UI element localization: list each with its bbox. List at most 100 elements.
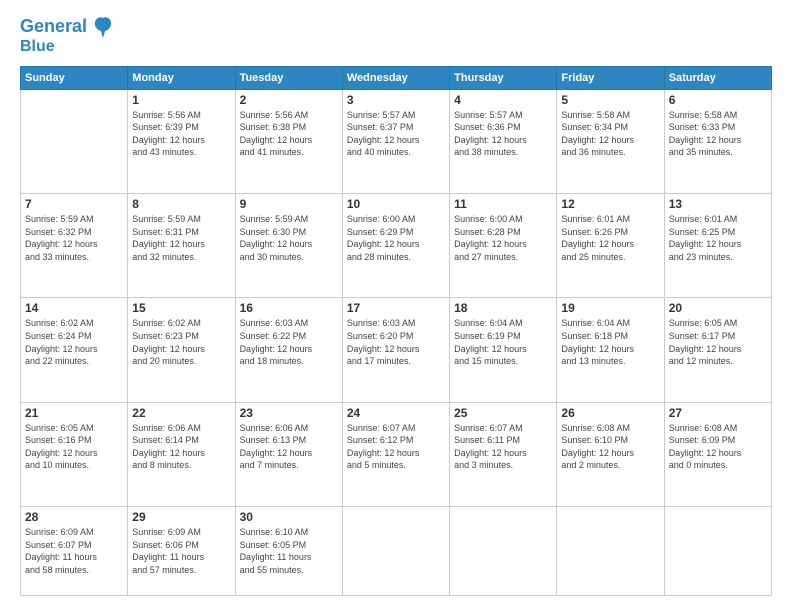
logo: General Blue	[20, 16, 112, 56]
day-info: Sunrise: 6:00 AM Sunset: 6:29 PM Dayligh…	[347, 213, 445, 263]
day-info: Sunrise: 5:58 AM Sunset: 6:34 PM Dayligh…	[561, 109, 659, 159]
day-info: Sunrise: 6:05 AM Sunset: 6:16 PM Dayligh…	[25, 422, 123, 472]
weekday-header-wednesday: Wednesday	[342, 66, 449, 89]
calendar-cell: 29 Sunrise: 6:09 AM Sunset: 6:06 PM Dayli…	[128, 507, 235, 596]
day-info: Sunrise: 5:57 AM Sunset: 6:36 PM Dayligh…	[454, 109, 552, 159]
day-number: 24	[347, 406, 445, 420]
day-number: 20	[669, 301, 767, 315]
calendar-cell: 28 Sunrise: 6:09 AM Sunset: 6:07 PM Dayli…	[21, 507, 128, 596]
day-number: 16	[240, 301, 338, 315]
weekday-header-tuesday: Tuesday	[235, 66, 342, 89]
day-number: 7	[25, 197, 123, 211]
calendar-cell: 9 Sunrise: 5:59 AM Sunset: 6:30 PM Daylig…	[235, 193, 342, 297]
day-number: 2	[240, 93, 338, 107]
weekday-header-monday: Monday	[128, 66, 235, 89]
calendar-cell: 4 Sunrise: 5:57 AM Sunset: 6:36 PM Daylig…	[450, 89, 557, 193]
day-number: 18	[454, 301, 552, 315]
day-number: 29	[132, 510, 230, 524]
calendar-cell: 24 Sunrise: 6:07 AM Sunset: 6:12 PM Dayli…	[342, 402, 449, 506]
calendar-cell: 23 Sunrise: 6:06 AM Sunset: 6:13 PM Dayli…	[235, 402, 342, 506]
day-info: Sunrise: 5:59 AM Sunset: 6:31 PM Dayligh…	[132, 213, 230, 263]
day-info: Sunrise: 6:02 AM Sunset: 6:24 PM Dayligh…	[25, 317, 123, 367]
calendar-cell: 8 Sunrise: 5:59 AM Sunset: 6:31 PM Daylig…	[128, 193, 235, 297]
day-number: 6	[669, 93, 767, 107]
day-info: Sunrise: 5:58 AM Sunset: 6:33 PM Dayligh…	[669, 109, 767, 159]
calendar-cell: 27 Sunrise: 6:08 AM Sunset: 6:09 PM Dayli…	[664, 402, 771, 506]
day-number: 4	[454, 93, 552, 107]
calendar-week-row: 21 Sunrise: 6:05 AM Sunset: 6:16 PM Dayli…	[21, 402, 772, 506]
calendar-cell	[450, 507, 557, 596]
logo-line2: Blue	[20, 38, 112, 56]
calendar-week-row: 28 Sunrise: 6:09 AM Sunset: 6:07 PM Dayli…	[21, 507, 772, 596]
calendar-week-row: 1 Sunrise: 5:56 AM Sunset: 6:39 PM Daylig…	[21, 89, 772, 193]
day-info: Sunrise: 6:06 AM Sunset: 6:14 PM Dayligh…	[132, 422, 230, 472]
day-number: 19	[561, 301, 659, 315]
calendar-cell: 26Sunrise: 6:08 AM Sunset: 6:10 PM Dayli…	[557, 402, 664, 506]
weekday-header-friday: Friday	[557, 66, 664, 89]
day-info: Sunrise: 5:57 AM Sunset: 6:37 PM Dayligh…	[347, 109, 445, 159]
day-info: Sunrise: 6:03 AM Sunset: 6:20 PM Dayligh…	[347, 317, 445, 367]
calendar-cell	[664, 507, 771, 596]
calendar-cell	[557, 507, 664, 596]
calendar-cell: 5 Sunrise: 5:58 AM Sunset: 6:34 PM Daylig…	[557, 89, 664, 193]
day-info: Sunrise: 5:59 AM Sunset: 6:30 PM Dayligh…	[240, 213, 338, 263]
day-number: 12	[561, 197, 659, 211]
calendar-cell: 1 Sunrise: 5:56 AM Sunset: 6:39 PM Daylig…	[128, 89, 235, 193]
logo-line1: General	[20, 16, 87, 36]
page-header: General Blue	[20, 16, 772, 56]
day-info: Sunrise: 6:08 AM Sunset: 6:10 PM Dayligh…	[561, 422, 659, 472]
logo-bird-icon	[94, 16, 112, 38]
day-number: 25	[454, 406, 552, 420]
day-number: 23	[240, 406, 338, 420]
calendar-cell: 15 Sunrise: 6:02 AM Sunset: 6:23 PM Dayli…	[128, 298, 235, 402]
day-number: 27	[669, 406, 767, 420]
day-info: Sunrise: 6:03 AM Sunset: 6:22 PM Dayligh…	[240, 317, 338, 367]
day-number: 30	[240, 510, 338, 524]
day-number: 9	[240, 197, 338, 211]
day-info: Sunrise: 6:07 AM Sunset: 6:12 PM Dayligh…	[347, 422, 445, 472]
day-number: 17	[347, 301, 445, 315]
calendar-cell: 6 Sunrise: 5:58 AM Sunset: 6:33 PM Daylig…	[664, 89, 771, 193]
day-info: Sunrise: 6:06 AM Sunset: 6:13 PM Dayligh…	[240, 422, 338, 472]
calendar-cell: 12 Sunrise: 6:01 AM Sunset: 6:26 PM Dayli…	[557, 193, 664, 297]
weekday-header-saturday: Saturday	[664, 66, 771, 89]
day-info: Sunrise: 6:04 AM Sunset: 6:19 PM Dayligh…	[454, 317, 552, 367]
calendar-cell: 20Sunrise: 6:05 AM Sunset: 6:17 PM Dayli…	[664, 298, 771, 402]
day-number: 15	[132, 301, 230, 315]
calendar-cell: 7 Sunrise: 5:59 AM Sunset: 6:32 PM Daylig…	[21, 193, 128, 297]
weekday-header-row: SundayMondayTuesdayWednesdayThursdayFrid…	[21, 66, 772, 89]
calendar-cell: 17 Sunrise: 6:03 AM Sunset: 6:20 PM Dayli…	[342, 298, 449, 402]
day-number: 1	[132, 93, 230, 107]
calendar-cell: 14 Sunrise: 6:02 AM Sunset: 6:24 PM Dayli…	[21, 298, 128, 402]
day-number: 8	[132, 197, 230, 211]
calendar-cell: 11Sunrise: 6:00 AM Sunset: 6:28 PM Dayli…	[450, 193, 557, 297]
calendar-cell: 16 Sunrise: 6:03 AM Sunset: 6:22 PM Dayli…	[235, 298, 342, 402]
day-info: Sunrise: 6:10 AM Sunset: 6:05 PM Dayligh…	[240, 526, 338, 576]
day-info: Sunrise: 6:09 AM Sunset: 6:06 PM Dayligh…	[132, 526, 230, 576]
day-number: 3	[347, 93, 445, 107]
weekday-header-thursday: Thursday	[450, 66, 557, 89]
day-number: 14	[25, 301, 123, 315]
day-number: 11	[454, 197, 552, 211]
day-info: Sunrise: 6:01 AM Sunset: 6:26 PM Dayligh…	[561, 213, 659, 263]
calendar-cell: 10 Sunrise: 6:00 AM Sunset: 6:29 PM Dayli…	[342, 193, 449, 297]
day-info: Sunrise: 6:08 AM Sunset: 6:09 PM Dayligh…	[669, 422, 767, 472]
calendar-cell: 21 Sunrise: 6:05 AM Sunset: 6:16 PM Dayli…	[21, 402, 128, 506]
day-info: Sunrise: 6:09 AM Sunset: 6:07 PM Dayligh…	[25, 526, 123, 576]
calendar-cell	[21, 89, 128, 193]
day-info: Sunrise: 6:02 AM Sunset: 6:23 PM Dayligh…	[132, 317, 230, 367]
day-number: 10	[347, 197, 445, 211]
calendar-cell: 18 Sunrise: 6:04 AM Sunset: 6:19 PM Dayli…	[450, 298, 557, 402]
day-number: 21	[25, 406, 123, 420]
day-number: 13	[669, 197, 767, 211]
day-info: Sunrise: 5:56 AM Sunset: 6:38 PM Dayligh…	[240, 109, 338, 159]
calendar-cell: 13Sunrise: 6:01 AM Sunset: 6:25 PM Dayli…	[664, 193, 771, 297]
day-info: Sunrise: 5:59 AM Sunset: 6:32 PM Dayligh…	[25, 213, 123, 263]
calendar-cell: 19Sunrise: 6:04 AM Sunset: 6:18 PM Dayli…	[557, 298, 664, 402]
day-number: 5	[561, 93, 659, 107]
calendar-cell: 30 Sunrise: 6:10 AM Sunset: 6:05 PM Dayli…	[235, 507, 342, 596]
calendar-cell	[342, 507, 449, 596]
day-number: 22	[132, 406, 230, 420]
day-number: 28	[25, 510, 123, 524]
day-info: Sunrise: 5:56 AM Sunset: 6:39 PM Dayligh…	[132, 109, 230, 159]
